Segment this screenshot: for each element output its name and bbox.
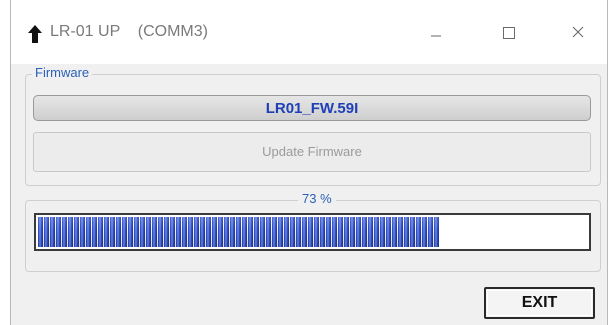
window-title: LR-01 UP (COMM3) bbox=[50, 23, 208, 40]
minimize-button[interactable] bbox=[413, 16, 459, 48]
firmware-file-button[interactable]: LR01_FW.59I bbox=[33, 95, 591, 121]
minimize-icon bbox=[431, 35, 441, 37]
exit-button[interactable]: EXIT bbox=[484, 287, 595, 319]
maximize-button[interactable] bbox=[485, 16, 531, 48]
progress-percent-label: 73 % bbox=[298, 191, 336, 207]
update-firmware-button[interactable]: Update Firmware bbox=[33, 132, 591, 172]
firmware-groupbox: Firmware LR01_FW.59I Update Firmware bbox=[25, 65, 601, 186]
up-arrow-icon bbox=[28, 25, 42, 43]
uploader-window: LR-01 UP (COMM3) Firmware LR01_FW.59I Up… bbox=[10, 0, 608, 325]
maximize-icon bbox=[503, 27, 515, 39]
firmware-legend: Firmware bbox=[32, 65, 93, 81]
progress-fill bbox=[38, 217, 439, 247]
progress-groupbox: 73 % bbox=[25, 191, 601, 272]
title-bar[interactable]: LR-01 UP (COMM3) bbox=[11, 0, 607, 64]
close-icon bbox=[572, 26, 584, 38]
progress-bar bbox=[34, 213, 591, 251]
progress-fill-shine bbox=[38, 217, 439, 247]
close-button[interactable] bbox=[555, 16, 601, 48]
